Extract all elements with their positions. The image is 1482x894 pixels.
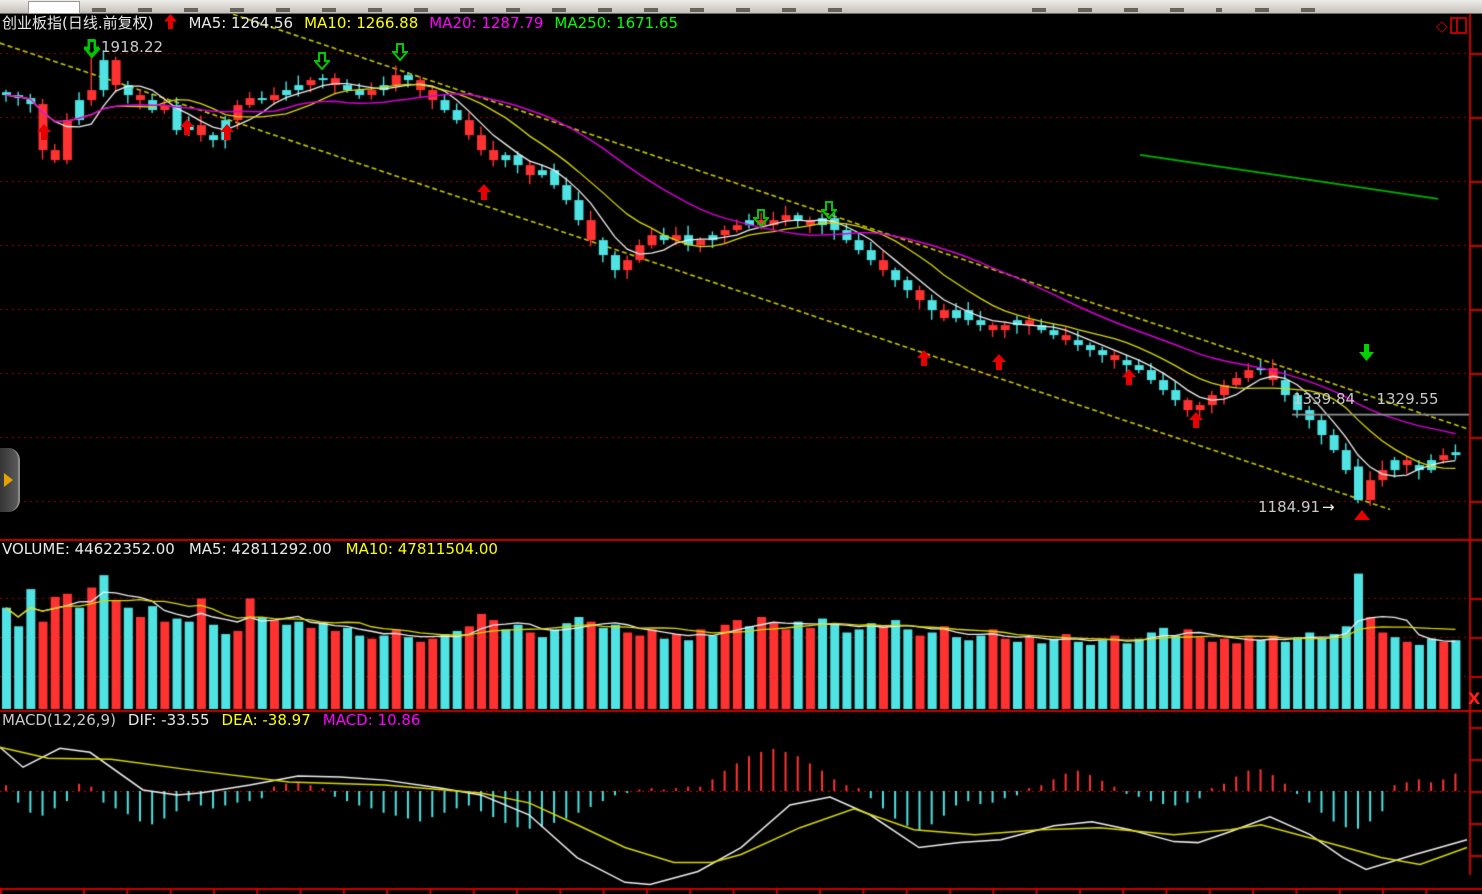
right-arrow-icon: → [1322,498,1335,516]
dif-value: DIF: -33.55 [127,711,210,729]
instrument-title: 创业板指(日线.前复权) [2,14,154,32]
menu-bar[interactable] [0,0,1482,14]
buy-signal-arrow-icon [37,124,51,144]
price-pane-header: 创业板指(日线.前复权) MA5: 1264.56 MA10: 1266.88 … [2,14,678,32]
buy-signal-arrow-icon [220,124,234,144]
buy-signal-arrow-icon [992,354,1006,374]
buy-signal-arrow-icon [917,350,931,370]
trading-terminal: 创业板指(日线.前复权) MA5: 1264.56 MA10: 1266.88 … [0,0,1482,894]
high-price-label: 1918.22 [101,38,164,56]
volume-value: VOLUME: 44622352.00 [2,540,175,558]
sell-signal-arrow-icon [390,43,410,65]
buy-signal-arrow-icon [1189,412,1203,432]
sell-signal-arrow-icon [82,40,102,62]
low-price-label: 1184.91 → [1258,498,1335,516]
buy-signal-arrow-icon [477,184,491,204]
sell-signal-arrow-icon [819,201,839,223]
low-price-value: 1184.91 [1258,498,1321,516]
ruler-start-price: 1339.84 [1293,390,1356,408]
sell-signal-arrow-icon [312,52,332,74]
close-indicator-button[interactable]: X [1468,689,1480,708]
menu-button[interactable] [28,1,80,14]
ma250-value: MA250: 1671.65 [554,14,679,32]
ruler-dash: - [1363,390,1369,408]
ruler-price-label: 1339.84 - 1329.55 [1293,390,1438,408]
sell-signal-arrow-solid-icon [1359,344,1374,365]
ruler-end-price: 1329.55 [1376,390,1439,408]
dea-value: DEA: -38.97 [221,711,311,729]
menu-items-clipped [92,8,852,12]
volume-pane-header: VOLUME: 44622352.00 MA5: 42811292.00 MA1… [2,541,498,557]
macd-pane-header: MACD(12,26,9) DIF: -33.55 DEA: -38.97 MA… [2,712,420,728]
menu-items-clipped [1032,8,1222,12]
sidebar-expand-handle[interactable] [0,448,20,512]
sell-signal-arrow-icon [751,209,771,231]
buy-signal-arrow-icon [1122,369,1136,389]
expand-triangle-icon [4,473,13,487]
menu-items-clipped [1255,8,1345,12]
ma20-value: MA20: 1287.79 [429,14,544,32]
window-icon-bar [1456,19,1458,32]
buy-signal-arrow-icon [180,119,194,139]
macd-name: MACD(12,26,9) [2,711,116,729]
macd-value: MACD: 10.86 [322,711,421,729]
diamond-icon[interactable]: ◇ [1436,19,1448,34]
low-point-triangle-icon [1354,505,1370,524]
volume-ma5-value: MA5: 42811292.00 [188,540,332,558]
ma5-value: MA5: 1264.56 [188,14,294,32]
window-icon[interactable] [1450,17,1467,34]
volume-ma10-value: MA10: 47811504.00 [345,540,498,558]
up-arrow-icon [164,14,178,32]
ma10-value: MA10: 1266.88 [304,14,419,32]
